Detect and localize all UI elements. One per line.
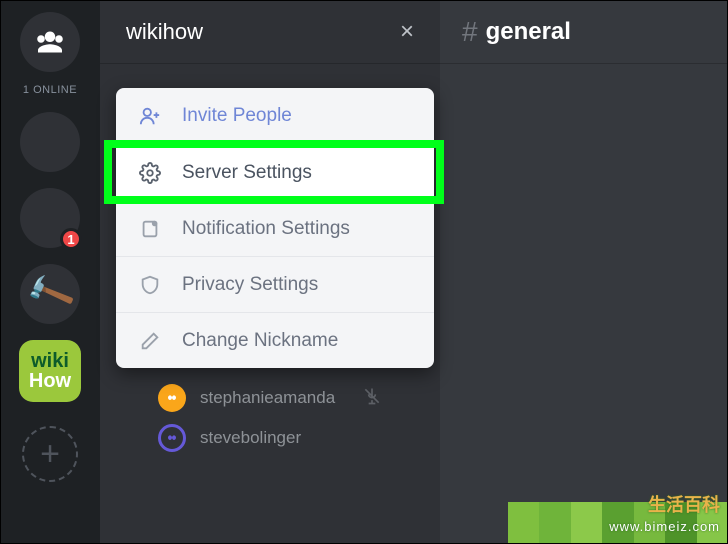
channel-name-label: general <box>486 18 571 46</box>
person-plus-icon <box>138 104 162 128</box>
member-name: stevebolinger <box>200 428 301 448</box>
shield-icon <box>138 273 162 297</box>
server-rail: 1 ONLINE 1 🔨 wiki How + <box>0 0 100 544</box>
menu-item-label: Privacy Settings <box>182 274 318 296</box>
menu-item-label: Change Nickname <box>182 330 338 352</box>
server-avatar-1[interactable] <box>20 112 80 172</box>
discord-avatar-icon <box>158 424 186 452</box>
notification-badge: 1 <box>60 228 82 250</box>
menu-item-notification-settings[interactable]: Notification Settings <box>116 200 434 256</box>
member-list: stephanieamanda stevebolinger <box>100 374 440 462</box>
add-server-button[interactable]: + <box>22 426 78 482</box>
menu-item-label: Notification Settings <box>182 218 350 240</box>
muted-mic-icon <box>362 386 382 411</box>
menu-item-server-settings[interactable]: Server Settings <box>116 144 434 200</box>
people-group-icon <box>32 24 68 60</box>
menu-item-invite-people[interactable]: Invite People <box>116 88 434 144</box>
watermark-url: www.bimeiz.com <box>609 516 720 538</box>
notification-icon <box>138 217 162 241</box>
server-avatar-2[interactable]: 1 <box>20 188 80 248</box>
member-name: stephanieamanda <box>200 388 335 408</box>
server-name-label: wikihow <box>126 19 203 45</box>
server-dropdown-menu: Invite People Server Settings Notificati… <box>116 88 434 368</box>
wikihow-logo-top: wiki <box>31 351 69 371</box>
online-count-label: 1 ONLINE <box>23 84 77 96</box>
plus-icon: + <box>40 435 60 474</box>
hammer-icon: 🔨 <box>22 267 77 321</box>
wikihow-logo-bottom: How <box>29 371 71 391</box>
member-row[interactable]: stevebolinger <box>100 418 440 458</box>
menu-item-privacy-settings[interactable]: Privacy Settings <box>116 256 434 312</box>
server-header[interactable]: wikihow × <box>100 0 440 64</box>
discord-avatar-icon <box>158 384 186 412</box>
hash-icon: # <box>462 16 478 48</box>
home-server-icon[interactable] <box>20 12 80 72</box>
menu-item-change-nickname[interactable]: Change Nickname <box>116 312 434 368</box>
menu-item-label: Invite People <box>182 105 292 127</box>
pencil-icon <box>138 329 162 353</box>
channel-header: # general <box>440 0 728 64</box>
watermark: 生活百科 www.bimeiz.com <box>609 494 720 538</box>
member-row[interactable]: stephanieamanda <box>100 378 440 418</box>
close-icon[interactable]: × <box>400 18 414 46</box>
gear-icon <box>138 161 162 185</box>
server-avatar-3[interactable]: 🔨 <box>20 264 80 324</box>
menu-item-label: Server Settings <box>182 162 312 184</box>
watermark-brand: 生活百科 <box>609 494 720 516</box>
server-avatar-wikihow[interactable]: wiki How <box>19 340 81 402</box>
